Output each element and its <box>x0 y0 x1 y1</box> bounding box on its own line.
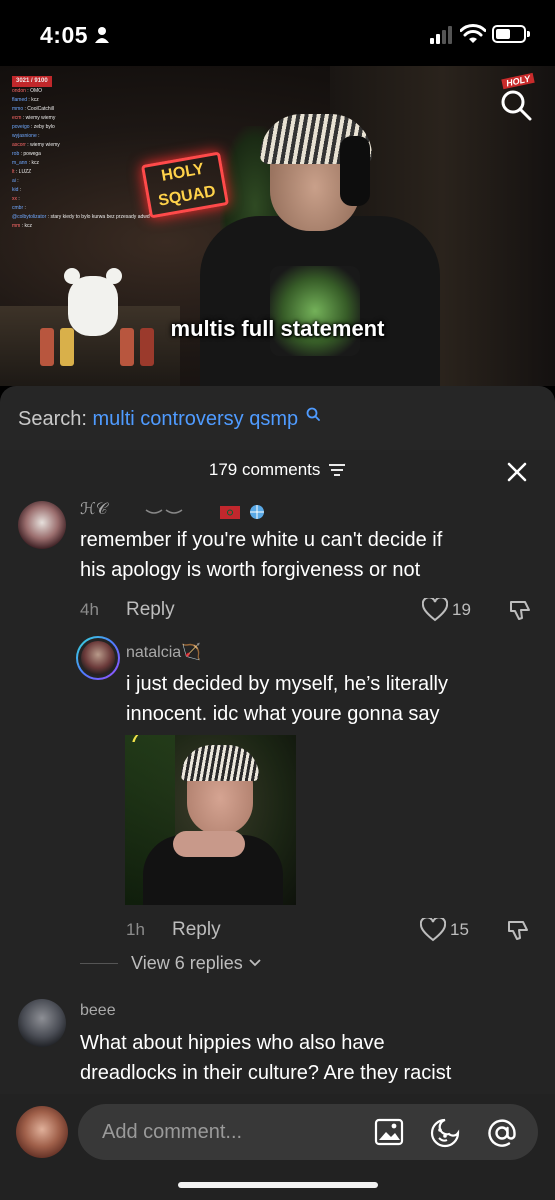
headphones <box>340 136 370 206</box>
wifi-icon <box>460 24 486 43</box>
chat-message: @colbytolizator : stary kiedy to bylo ku… <box>12 214 150 220</box>
search-icon[interactable] <box>499 88 533 122</box>
heart-icon[interactable] <box>420 918 446 942</box>
video-player[interactable]: HOLY SQUAD 3021 / 9100 ondon : OMO flamed… <box>0 66 555 386</box>
search-query-link[interactable]: multi controversy qsmp <box>93 408 299 430</box>
avatar[interactable] <box>18 999 66 1047</box>
emoji-icon[interactable] <box>430 1118 460 1148</box>
home-indicator[interactable] <box>178 1182 378 1188</box>
chat-message: mm : kcz <box>12 223 33 229</box>
neon-sign: HOLY SQUAD <box>140 151 230 219</box>
chat-message: wyjasnione : <box>12 133 40 139</box>
mention-icon[interactable] <box>486 1118 518 1148</box>
battery-icon <box>492 25 530 43</box>
image-icon[interactable] <box>374 1118 404 1146</box>
chat-header: 3021 / 9100 <box>12 76 52 87</box>
comment-time: 4h <box>80 600 99 619</box>
chat-message: poveigo : zeby bylo <box>12 124 55 130</box>
comment-text: remember if you're white u can't decide … <box>80 529 443 581</box>
shirt-print <box>270 266 360 356</box>
view-replies-button[interactable]: View 6 replies <box>80 953 262 974</box>
chat-message: xx : <box>12 196 20 202</box>
chat-message: kid : <box>12 187 22 193</box>
add-comment-placeholder: Add comment... <box>102 1121 243 1143</box>
decorative-glyphs <box>145 505 264 519</box>
user-avatar[interactable] <box>16 1106 68 1158</box>
close-icon[interactable] <box>505 460 529 484</box>
comment-text: What about hippies who also have dreadlo… <box>80 1032 452 1084</box>
status-time: 4:05 <box>40 22 89 48</box>
reply-button[interactable]: Reply <box>126 599 175 621</box>
chevron-down-icon <box>249 959 261 967</box>
chat-message: ai : <box>12 178 19 184</box>
like-count: 19 <box>452 600 471 619</box>
chat-message: ecm : wiemy wiemy <box>12 115 56 121</box>
chat-message: rob : powega <box>12 151 41 157</box>
dislike-icon[interactable] <box>506 918 530 942</box>
like-count: 15 <box>450 920 469 939</box>
video-caption: multis full statement <box>170 316 385 341</box>
comment-input-bar: Add comment... <box>0 1094 555 1200</box>
chat-message: mmo : CoolCatchill <box>12 106 54 112</box>
stream-chat-overlay: 3021 / 9100 ondon : OMO flamed : kcz mmo :… <box>12 76 150 231</box>
comment-username[interactable]: ℋ𝒞 <box>80 499 107 519</box>
avatar[interactable] <box>76 636 120 680</box>
status-bar: 4:05 <box>0 0 555 66</box>
dislike-icon[interactable] <box>508 598 532 622</box>
chat-message: m_ann : kcz <box>12 160 39 166</box>
search-suggestion[interactable]: Search: multi controversy qsmp <box>0 386 555 450</box>
search-label: Search: <box>18 408 87 430</box>
chat-message: ascorr : wiemy wiemy <box>12 142 60 148</box>
chat-message: lt : LUZZ <box>12 169 32 175</box>
add-comment-input[interactable]: Add comment... <box>78 1104 538 1160</box>
comment-username[interactable]: beee <box>80 1002 116 1020</box>
comments-panel: 179 comments ℋ𝒞 remember if you're white… <box>0 450 555 1200</box>
comment-text: i just decided by myself, he’s literally… <box>126 673 448 725</box>
reply-button[interactable]: Reply <box>172 919 221 941</box>
signal-icon <box>430 26 452 44</box>
comments-header: 179 comments <box>0 460 555 480</box>
chat-message: cmbr : <box>12 205 26 211</box>
comment-username[interactable]: natalcia🏹 <box>126 642 201 662</box>
filter-icon[interactable] <box>328 463 346 477</box>
avatar[interactable] <box>18 501 66 549</box>
reply-gif[interactable]: 7 <box>125 735 296 905</box>
chat-message: flamed : kcz <box>12 97 39 103</box>
comments-count: 179 comments <box>208 460 321 479</box>
comment-time: 1h <box>126 920 145 939</box>
person-icon <box>95 27 109 43</box>
search-query-icon <box>306 407 320 421</box>
chat-message: ondon : OMO <box>12 88 43 94</box>
heart-icon[interactable] <box>422 598 448 622</box>
